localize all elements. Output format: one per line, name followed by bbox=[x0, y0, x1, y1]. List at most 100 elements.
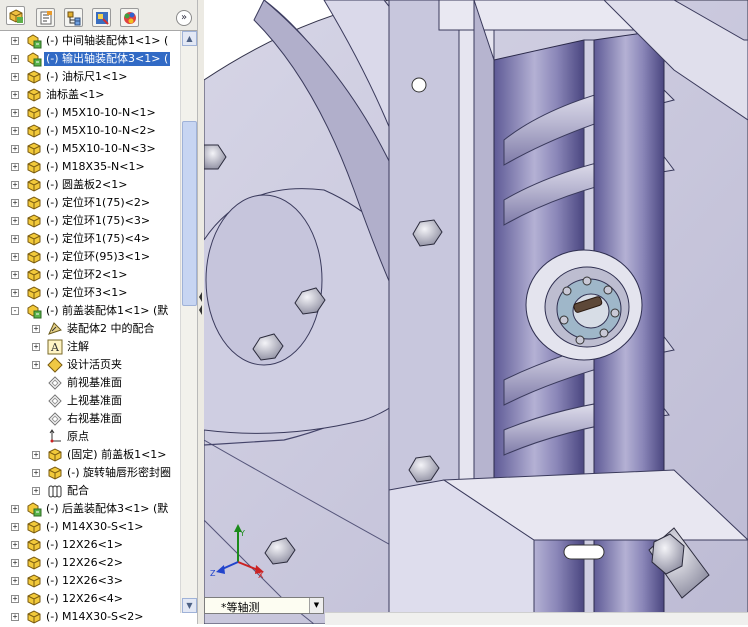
tree-item[interactable]: + (-) 圆盖板2<1> bbox=[0, 176, 180, 194]
expand-toggle[interactable]: + bbox=[11, 505, 19, 513]
tree-item[interactable]: + (-) 12X26<3> bbox=[0, 572, 180, 590]
configuration-manager-tab[interactable] bbox=[64, 8, 83, 27]
tree-item[interactable]: + (-) 定位环1(75)<3> bbox=[0, 212, 180, 230]
expand-toggle[interactable]: + bbox=[32, 343, 40, 351]
scroll-thumb[interactable] bbox=[182, 121, 197, 306]
tree-item[interactable]: + (-) 定位环(95)3<1> bbox=[0, 248, 180, 266]
part-icon bbox=[26, 267, 42, 283]
scroll-down-button[interactable]: ▼ bbox=[182, 598, 197, 613]
expand-toggle[interactable]: + bbox=[11, 577, 19, 585]
tree-item[interactable]: + (-) 12X26<1> bbox=[0, 536, 180, 554]
scroll-up-button[interactable]: ▲ bbox=[182, 31, 197, 46]
expand-toggle[interactable]: + bbox=[32, 361, 40, 369]
expand-toggle[interactable]: + bbox=[11, 541, 19, 549]
display-manager-icon bbox=[124, 12, 136, 24]
dimxpert-tab[interactable] bbox=[92, 8, 111, 27]
plane-icon bbox=[47, 375, 63, 391]
expand-toggle[interactable]: + bbox=[32, 469, 40, 477]
binder-icon bbox=[47, 357, 63, 373]
tree-item[interactable]: + (-) 定位环1(75)<2> bbox=[0, 194, 180, 212]
dropdown-arrow-icon[interactable]: ▼ bbox=[309, 598, 323, 613]
tree-item[interactable]: + (-) 12X26<2> bbox=[0, 554, 180, 572]
tree-item[interactable]: + 配合 bbox=[0, 482, 180, 500]
tree-item[interactable]: + (-) 定位环2<1> bbox=[0, 266, 180, 284]
tree-item[interactable]: 右视基准面 bbox=[0, 410, 180, 428]
expand-toggle[interactable]: + bbox=[11, 613, 19, 621]
view-orientation-value: *等轴测 bbox=[221, 601, 260, 614]
tree-item[interactable]: + (-) 输出轴装配体3<1> ( bbox=[0, 50, 180, 68]
property-manager-tab[interactable] bbox=[36, 8, 55, 27]
dimxpert-icon bbox=[96, 12, 109, 25]
expand-toggle[interactable]: + bbox=[11, 271, 19, 279]
tree-item[interactable]: + (-) 旋转轴唇形密封圈 bbox=[0, 464, 180, 482]
expand-toggle[interactable]: + bbox=[11, 523, 19, 531]
expand-toggle[interactable]: + bbox=[32, 487, 40, 495]
tree-item-label: (-) 圆盖板2<1> bbox=[46, 178, 128, 191]
tree-item-label: (-) 定位环2<1> bbox=[46, 268, 128, 281]
tree-item[interactable]: + (-) M14X30-S<2> bbox=[0, 608, 180, 624]
tree-item[interactable]: + A 注解 bbox=[0, 338, 180, 356]
tree-item[interactable]: + (-) 定位环3<1> bbox=[0, 284, 180, 302]
expand-toggle[interactable]: + bbox=[11, 235, 19, 243]
tree-item-label: 注解 bbox=[67, 340, 89, 353]
collapse-toggle[interactable]: - bbox=[11, 307, 19, 315]
viewport-horizontal-scrollbar[interactable] bbox=[325, 612, 748, 625]
tree-item[interactable]: + (固定) 前盖板1<1> bbox=[0, 446, 180, 464]
tree-item[interactable]: + 装配体2 中的配合 bbox=[0, 320, 180, 338]
tree-item-label: (-) M5X10-10-N<3> bbox=[46, 142, 156, 155]
tree-item[interactable]: 原点 bbox=[0, 428, 180, 446]
tree-item[interactable]: + (-) 中间轴装配体1<1> ( bbox=[0, 32, 180, 50]
tree-item-label: (固定) 前盖板1<1> bbox=[67, 448, 167, 461]
expand-toggle[interactable]: + bbox=[11, 217, 19, 225]
tree-item[interactable]: + (-) M5X10-10-N<2> bbox=[0, 122, 180, 140]
expand-toggle[interactable]: + bbox=[11, 55, 19, 63]
tree-item[interactable]: + (-) 油标尺1<1> bbox=[0, 68, 180, 86]
tree-item[interactable]: + (-) 12X26<4> bbox=[0, 590, 180, 608]
expand-toggle[interactable]: + bbox=[32, 325, 40, 333]
expand-toggle[interactable]: + bbox=[11, 559, 19, 567]
expand-toggle[interactable]: + bbox=[11, 127, 19, 135]
tree-item[interactable]: + (-) M14X30-S<1> bbox=[0, 518, 180, 536]
tree-item-label: (-) 后盖装配体3<1> (默 bbox=[46, 502, 169, 515]
expand-toggle[interactable]: + bbox=[11, 181, 19, 189]
expand-toggle[interactable]: + bbox=[11, 73, 19, 81]
part-icon bbox=[47, 447, 63, 463]
tree-item[interactable]: + (-) 定位环1(75)<4> bbox=[0, 230, 180, 248]
tree-vertical-scrollbar[interactable]: ▲ ▼ bbox=[180, 31, 197, 613]
tree-item[interactable]: + 设计活页夹 bbox=[0, 356, 180, 374]
part-icon bbox=[26, 231, 42, 247]
tree-item[interactable]: 前视基准面 bbox=[0, 374, 180, 392]
expand-toggle[interactable]: + bbox=[11, 145, 19, 153]
assembly-icon bbox=[26, 33, 42, 49]
tree-item-label: (-) 定位环1(75)<2> bbox=[46, 196, 151, 209]
expand-toggle[interactable]: + bbox=[11, 199, 19, 207]
expand-toggle[interactable]: + bbox=[11, 109, 19, 117]
gearbox-model[interactable]: Y X Z bbox=[204, 0, 748, 624]
tree-item-label: (-) 前盖装配体1<1> (默 bbox=[46, 304, 169, 317]
tree-item[interactable]: + (-) M5X10-10-N<1> bbox=[0, 104, 180, 122]
part-icon bbox=[26, 141, 42, 157]
expand-panel-button[interactable]: » bbox=[176, 10, 192, 26]
tree-item[interactable]: - (-) 前盖装配体1<1> (默 bbox=[0, 302, 180, 320]
expand-toggle[interactable]: + bbox=[11, 595, 19, 603]
tree-item[interactable]: + (-) 后盖装配体3<1> (默 bbox=[0, 500, 180, 518]
expand-toggle[interactable]: + bbox=[11, 253, 19, 261]
expand-toggle[interactable]: + bbox=[11, 37, 19, 45]
tree-item[interactable]: 上视基准面 bbox=[0, 392, 180, 410]
part-icon bbox=[26, 195, 42, 211]
feature-tree: + (-) 中间轴装配体1<1> (+ (-) 输出轴装配体3<1> (+ (-) 油… bbox=[0, 31, 180, 624]
tree-item-label: (-) 油标尺1<1> bbox=[46, 70, 128, 83]
expand-toggle[interactable]: + bbox=[32, 451, 40, 459]
tree-item-label: 配合 bbox=[67, 484, 89, 497]
view-orientation-select[interactable]: *等轴测 ▼ bbox=[204, 597, 324, 614]
tree-item[interactable]: + (-) M5X10-10-N<3> bbox=[0, 140, 180, 158]
tree-item-label: (-) M5X10-10-N<2> bbox=[46, 124, 156, 137]
tree-item[interactable]: + 油标盖<1> bbox=[0, 86, 180, 104]
expand-toggle[interactable]: + bbox=[11, 91, 19, 99]
display-manager-tab[interactable] bbox=[120, 8, 139, 27]
graphics-area[interactable]: Y X Z bbox=[204, 0, 748, 624]
expand-toggle[interactable]: + bbox=[11, 289, 19, 297]
tree-item[interactable]: + (-) M18X35-N<1> bbox=[0, 158, 180, 176]
feature-manager-tab[interactable] bbox=[6, 6, 25, 25]
expand-toggle[interactable]: + bbox=[11, 163, 19, 171]
